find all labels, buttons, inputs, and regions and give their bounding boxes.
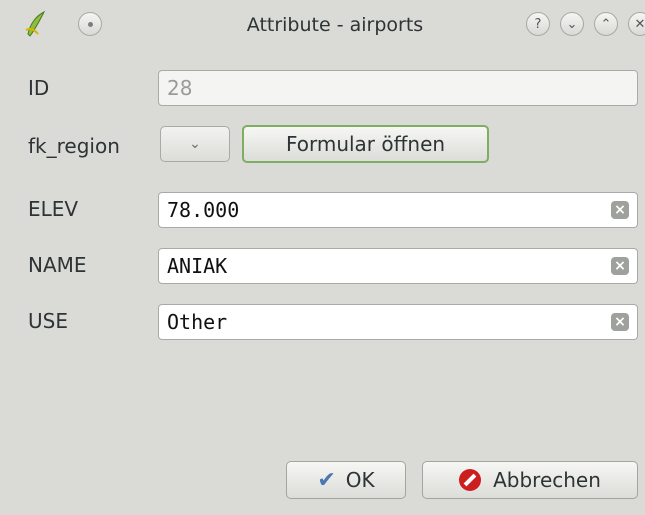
clear-icon[interactable]: × [611,201,629,219]
close-icon: ✕ [634,16,645,32]
titlebar: Attribute - airports ? ⌄ ⌃ ✕ [0,0,645,52]
cancel-label: Abbrechen [493,468,601,492]
name-label: NAME [28,253,87,277]
use-input[interactable]: Other × [158,304,638,340]
checkmark-icon: ✔ [317,467,336,493]
id-field: 28 [158,70,638,106]
help-button[interactable]: ? [526,12,550,36]
id-value: 28 [167,76,193,100]
name-input[interactable]: ANIAK × [158,248,638,284]
cancel-icon [459,469,482,491]
maximize-button[interactable]: ⌃ [594,12,618,36]
clear-icon[interactable]: × [611,257,629,275]
open-form-label: Formular öffnen [285,132,446,156]
cancel-button[interactable]: Abbrechen [422,461,638,499]
open-form-button[interactable]: Formular öffnen [242,125,489,163]
elev-input[interactable]: 78.000 × [158,192,638,228]
chevron-down-icon: ⌄ [189,136,201,152]
help-icon: ? [534,16,542,32]
close-button[interactable]: ✕ [628,12,645,36]
chevron-up-icon: ⌃ [600,16,612,32]
name-value: ANIAK [167,254,228,278]
use-label: USE [28,309,68,333]
fk-region-label: fk_region [28,134,120,158]
elev-label: ELEV [28,197,79,221]
id-label: ID [28,76,50,100]
ok-button[interactable]: ✔ OK [286,461,406,499]
attribute-dialog: Attribute - airports ? ⌄ ⌃ ✕ ID 28 fk_re… [0,0,645,515]
fk-region-combobox[interactable]: ⌄ [160,126,230,162]
chevron-down-icon: ⌄ [566,16,578,32]
elev-value: 78.000 [167,198,240,222]
minimize-button[interactable]: ⌄ [560,12,584,36]
use-value: Other [167,310,228,334]
ok-label: OK [345,468,375,492]
clear-icon[interactable]: × [611,313,629,331]
